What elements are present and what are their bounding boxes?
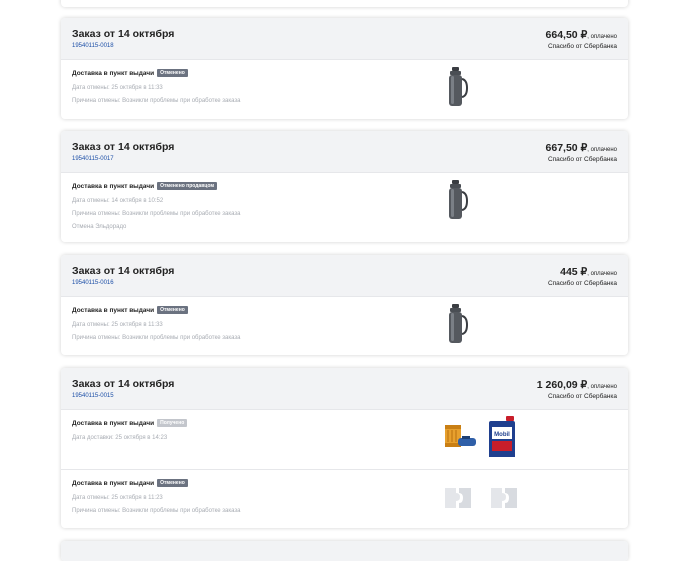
order-price: 1 260,09 ₽, оплачено Спасибо от Сбербанк… (537, 379, 617, 400)
payment-status: , оплачено (587, 271, 617, 277)
delivery-type: Доставка в пункт выдачи Отменено (72, 69, 188, 77)
cancel-reason: Причина отмены: Возникли проблемы при об… (72, 335, 241, 341)
order-header: Заказ от 14 октября 19540115-0015 1 260,… (61, 368, 628, 409)
status-badge: Отменено (157, 479, 188, 487)
order-section: Доставка в пункт выдачи Отменено Дата отм… (61, 59, 628, 119)
payment-status: , оплачено (587, 34, 617, 40)
product-placeholder-icon[interactable] (442, 484, 474, 512)
svg-text:Mobil: Mobil (494, 432, 510, 438)
order-title: Заказ от 14 октября (72, 265, 175, 277)
oil-filter-icon[interactable] (442, 422, 478, 450)
order-section: Доставка в пункт выдачи Отменено Дата отм… (61, 296, 628, 355)
order-card[interactable]: Заказ от 14 октября 19540115-0016 445 ₽,… (61, 255, 628, 355)
order-header: Заказ от 14 октября 19540115-0017 667,50… (61, 131, 628, 172)
order-number-link[interactable]: 19540115-0017 (72, 156, 114, 162)
order-card-partial-top (61, 0, 628, 7)
delivery-type: Доставка в пункт выдачи Отменено (72, 479, 188, 487)
order-section: Доставка в пункт выдачи Отменено продавцо… (61, 172, 628, 242)
thermos-icon[interactable] (446, 179, 468, 221)
cancel-reason: Причина отмены: Возникли проблемы при об… (72, 508, 241, 514)
order-header: Заказ от 14 октября 19540115-0016 445 ₽,… (61, 255, 628, 296)
product-placeholder-icon[interactable] (488, 484, 520, 512)
order-card[interactable]: Заказ от 14 октября 19540115-0015 1 260,… (61, 368, 628, 528)
cancel-reason: Причина отмены: Возникли проблемы при об… (72, 98, 241, 104)
payment-status: , оплачено (587, 147, 617, 153)
cancel-date: Дата отмены: 14 октября в 10:52 (72, 198, 164, 204)
order-price: 667,50 ₽, оплачено Спасибо от Сбербанка (546, 142, 617, 163)
status-badge: Отменено продавцом (157, 182, 218, 190)
thermos-icon[interactable] (446, 66, 468, 108)
order-card-partial-bottom (61, 541, 628, 561)
cancel-note: Отмена Эльдорадо (72, 224, 127, 230)
cancel-date: Дата отмены: 25 октября в 11:33 (72, 85, 163, 91)
status-badge: Отменено (157, 69, 188, 77)
thermos-icon[interactable] (446, 303, 468, 345)
order-number-link[interactable]: 19540115-0015 (72, 393, 114, 399)
order-section: Доставка в пункт выдачи Отменено Дата отм… (61, 469, 628, 528)
cancel-reason: Причина отмены: Возникли проблемы при об… (72, 211, 241, 217)
order-header: Заказ от 14 октября 19540115-0018 664,50… (61, 18, 628, 59)
motor-oil-can-icon[interactable]: Mobil (486, 415, 518, 459)
order-amount: 445 ₽ (560, 266, 588, 278)
cancel-date: Дата отмены: 25 октября в 11:33 (72, 322, 163, 328)
delivery-type: Доставка в пункт выдачи Отменено продавцо… (72, 182, 218, 190)
order-amount: 1 260,09 ₽ (536, 379, 588, 391)
delivery-type: Доставка в пункт выдачи Отменено (72, 306, 188, 314)
status-badge: Отменено (157, 306, 188, 314)
order-title: Заказ от 14 октября (72, 378, 175, 390)
cancel-date: Дата отмены: 25 октября в 11:23 (72, 495, 163, 501)
order-card[interactable]: Заказ от 14 октября 19540115-0017 667,50… (61, 131, 628, 242)
payment-method: Спасибо от Сбербанка (547, 43, 617, 50)
payment-method: Спасибо от Сбербанка (547, 156, 617, 163)
order-title: Заказ от 14 октября (72, 141, 175, 153)
payment-method: Спасибо от Сбербанка (547, 393, 617, 400)
order-section: Доставка в пункт выдачи Получено Дата дос… (61, 409, 628, 469)
order-amount: 664,50 ₽ (545, 29, 588, 41)
order-price: 445 ₽, оплачено Спасибо от Сбербанка (548, 266, 617, 287)
status-badge: Получено (157, 419, 188, 427)
order-price: 664,50 ₽, оплачено Спасибо от Сбербанка (546, 29, 617, 50)
order-title: Заказ от 14 октября (72, 28, 175, 40)
order-number-link[interactable]: 19540115-0018 (72, 43, 114, 49)
payment-method: Спасибо от Сбербанка (547, 280, 617, 287)
order-number-link[interactable]: 19540115-0016 (72, 280, 114, 286)
delivery-type: Доставка в пункт выдачи Получено (72, 419, 188, 427)
payment-status: , оплачено (587, 384, 617, 390)
delivery-date: Дата доставки: 25 октября в 14:23 (72, 435, 168, 441)
order-card[interactable]: Заказ от 14 октября 19540115-0018 664,50… (61, 18, 628, 119)
order-amount: 667,50 ₽ (545, 142, 588, 154)
